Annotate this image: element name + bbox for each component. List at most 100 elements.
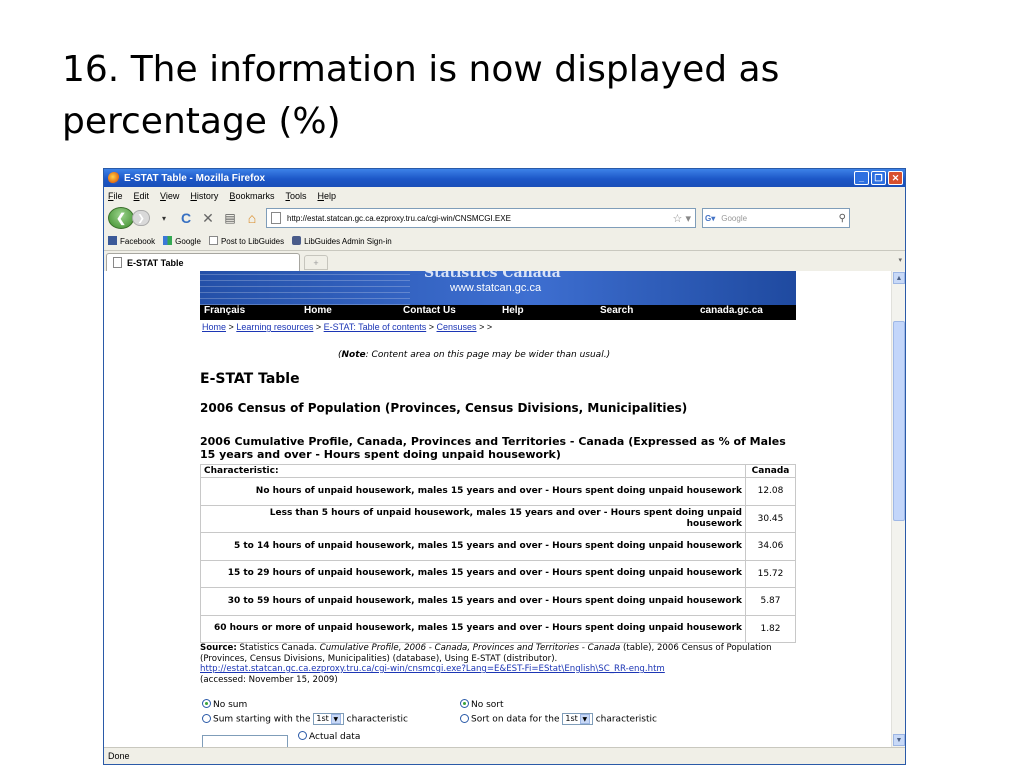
bookmark-post-libguides[interactable]: Post to LibGuides — [208, 236, 284, 246]
search-icon[interactable]: ⚲ — [839, 213, 846, 224]
nav-contact-us[interactable]: Contact Us — [399, 305, 498, 320]
home-icon[interactable]: ⌂ — [244, 210, 260, 226]
scroll-down-icon[interactable]: ▼ — [893, 734, 905, 746]
row-label: 60 hours or more of unpaid housework, ma… — [200, 614, 746, 643]
chevron-down-icon: ▼ — [579, 714, 590, 724]
menu-bar: File Edit View History Bookmarks Tools H… — [104, 187, 905, 204]
menu-view[interactable]: View — [160, 191, 179, 201]
row-label: 5 to 14 hours of unpaid housework, males… — [200, 532, 746, 561]
no-sort-option[interactable]: No sort — [460, 699, 504, 710]
sum-starting-option[interactable]: Sum starting with the 1st ▼ characteristi… — [202, 713, 408, 725]
status-text: Done — [108, 751, 130, 761]
bookmark-star-icon[interactable]: ☆ ▾ — [673, 212, 691, 225]
forward-button[interactable]: ❯ — [132, 210, 150, 226]
menu-tools[interactable]: Tools — [285, 191, 306, 201]
slide-title-line2: percentage (%) — [62, 101, 341, 142]
google-icon[interactable]: G▾ — [705, 214, 715, 223]
breadcrumb: Home > Learning resources > E-STAT: Tabl… — [202, 322, 493, 332]
print-icon[interactable]: ▤ — [222, 211, 238, 225]
actual-data-option[interactable]: Actual data — [298, 731, 360, 742]
close-button[interactable]: ✕ — [888, 171, 903, 185]
scroll-up-icon[interactable]: ▲ — [893, 272, 905, 284]
table-row: 60 hours or more of unpaid housework, ma… — [200, 614, 796, 643]
url-bar[interactable]: http://estat.statcan.gc.ca.ezproxy.tru.c… — [266, 208, 696, 228]
data-table: Characteristic: Canada No hours of unpai… — [200, 464, 796, 643]
stop-icon[interactable]: ✕ — [200, 210, 216, 227]
search-placeholder: Google — [721, 213, 748, 223]
sort-select[interactable]: 1st ▼ — [562, 713, 593, 725]
navigation-toolbar: ❮ ❯ ▾ C ✕ ▤ ⌂ http://estat.statcan.gc.ca… — [104, 204, 905, 232]
breadcrumb-home[interactable]: Home — [202, 322, 226, 332]
chevron-down-icon: ▼ — [330, 714, 341, 724]
census-heading: 2006 Census of Population (Provinces, Ce… — [200, 401, 688, 415]
tab-list-icon[interactable]: ▾ — [898, 256, 902, 264]
menu-history[interactable]: History — [190, 191, 218, 201]
menu-edit[interactable]: Edit — [134, 191, 150, 201]
status-bar: Done — [104, 747, 905, 764]
table-row: 5 to 14 hours of unpaid housework, males… — [200, 532, 796, 561]
firefox-icon — [108, 172, 120, 184]
bookmark-facebook[interactable]: Facebook — [108, 236, 155, 246]
source-link[interactable]: http://estat.statcan.gc.ca.ezproxy.tru.c… — [200, 664, 665, 674]
row-value: 30.45 — [745, 504, 796, 533]
wide-content-note: (Note: Content area on this page may be … — [338, 350, 611, 360]
breadcrumb-censuses[interactable]: Censuses — [437, 322, 477, 332]
actual-data-radio[interactable] — [298, 731, 307, 740]
banner-url[interactable]: www.statcan.gc.ca — [450, 282, 541, 294]
back-button[interactable]: ❮ — [108, 207, 134, 229]
menu-file[interactable]: File — [108, 191, 123, 201]
table-row: No hours of unpaid housework, males 15 y… — [200, 477, 796, 506]
row-value: 1.82 — [745, 614, 796, 643]
url-text: http://estat.statcan.gc.ca.ezproxy.tru.c… — [287, 213, 511, 223]
menu-help[interactable]: Help — [317, 191, 336, 201]
reload-icon[interactable]: C — [178, 210, 194, 226]
breadcrumb-learning-resources[interactable]: Learning resources — [236, 322, 313, 332]
page-icon — [113, 257, 122, 268]
no-sum-radio[interactable] — [202, 699, 211, 708]
no-sort-radio[interactable] — [460, 699, 469, 708]
nav-francais[interactable]: Français — [200, 305, 300, 320]
slide-title: 16. The information is now displayed as … — [62, 44, 962, 148]
submit-button[interactable] — [202, 735, 288, 747]
table-row: 30 to 59 hours of unpaid housework, male… — [200, 587, 796, 616]
new-tab-button[interactable]: + — [304, 255, 328, 270]
tab-bar: E-STAT Table + ▾ — [104, 250, 905, 271]
menu-bookmarks[interactable]: Bookmarks — [229, 191, 274, 201]
row-value: 15.72 — [745, 559, 796, 588]
search-bar[interactable]: G▾ Google ⚲ — [702, 208, 850, 228]
nav-home[interactable]: Home — [300, 305, 399, 320]
banner-title: Statistics Canada — [424, 271, 561, 281]
nav-canada-gc-ca[interactable]: canada.gc.ca — [696, 305, 796, 320]
column-header-characteristic: Characteristic: — [200, 464, 746, 478]
row-value: 12.08 — [745, 477, 796, 506]
vertical-scrollbar[interactable]: ▲ ▼ — [891, 271, 905, 747]
restore-button[interactable]: ❐ — [871, 171, 886, 185]
nav-help[interactable]: Help — [498, 305, 596, 320]
minimize-button[interactable]: _ — [854, 171, 869, 185]
nav-search[interactable]: Search — [596, 305, 696, 320]
row-label: Less than 5 hours of unpaid housework, m… — [200, 504, 746, 533]
tab-estat[interactable]: E-STAT Table — [106, 253, 300, 271]
row-value: 5.87 — [745, 587, 796, 616]
sort-on-radio[interactable] — [460, 713, 469, 723]
browser-window: E-STAT Table - Mozilla Firefox _ ❐ ✕ Fil… — [103, 168, 906, 765]
bookmark-libguides-admin[interactable]: LibGuides Admin Sign-in — [292, 236, 392, 246]
window-title: E-STAT Table - Mozilla Firefox — [124, 172, 266, 184]
scroll-thumb[interactable] — [893, 321, 905, 521]
page-content: Statistics Canada www.statcan.gc.ca Fran… — [104, 271, 892, 747]
google-icon — [163, 236, 173, 245]
sum-start-select[interactable]: 1st ▼ — [313, 713, 344, 725]
slide-title-line1: 16. The information is now displayed as — [62, 49, 780, 90]
row-label: 30 to 59 hours of unpaid housework, male… — [200, 587, 746, 616]
breadcrumb-estat-toc[interactable]: E-STAT: Table of contents — [324, 322, 427, 332]
table-header-row: Characteristic: Canada — [200, 464, 796, 478]
column-header-canada: Canada — [745, 464, 796, 478]
sort-on-option[interactable]: Sort on data for the 1st ▼ characteristic — [460, 713, 657, 725]
table-row: Less than 5 hours of unpaid housework, m… — [200, 504, 796, 533]
statcan-banner: Statistics Canada www.statcan.gc.ca — [200, 271, 796, 305]
row-label: 15 to 29 hours of unpaid housework, male… — [200, 559, 746, 588]
history-dropdown-icon[interactable]: ▾ — [156, 214, 172, 223]
no-sum-option[interactable]: No sum — [202, 699, 247, 710]
sum-starting-radio[interactable] — [202, 713, 211, 723]
bookmark-google[interactable]: Google — [163, 236, 201, 246]
